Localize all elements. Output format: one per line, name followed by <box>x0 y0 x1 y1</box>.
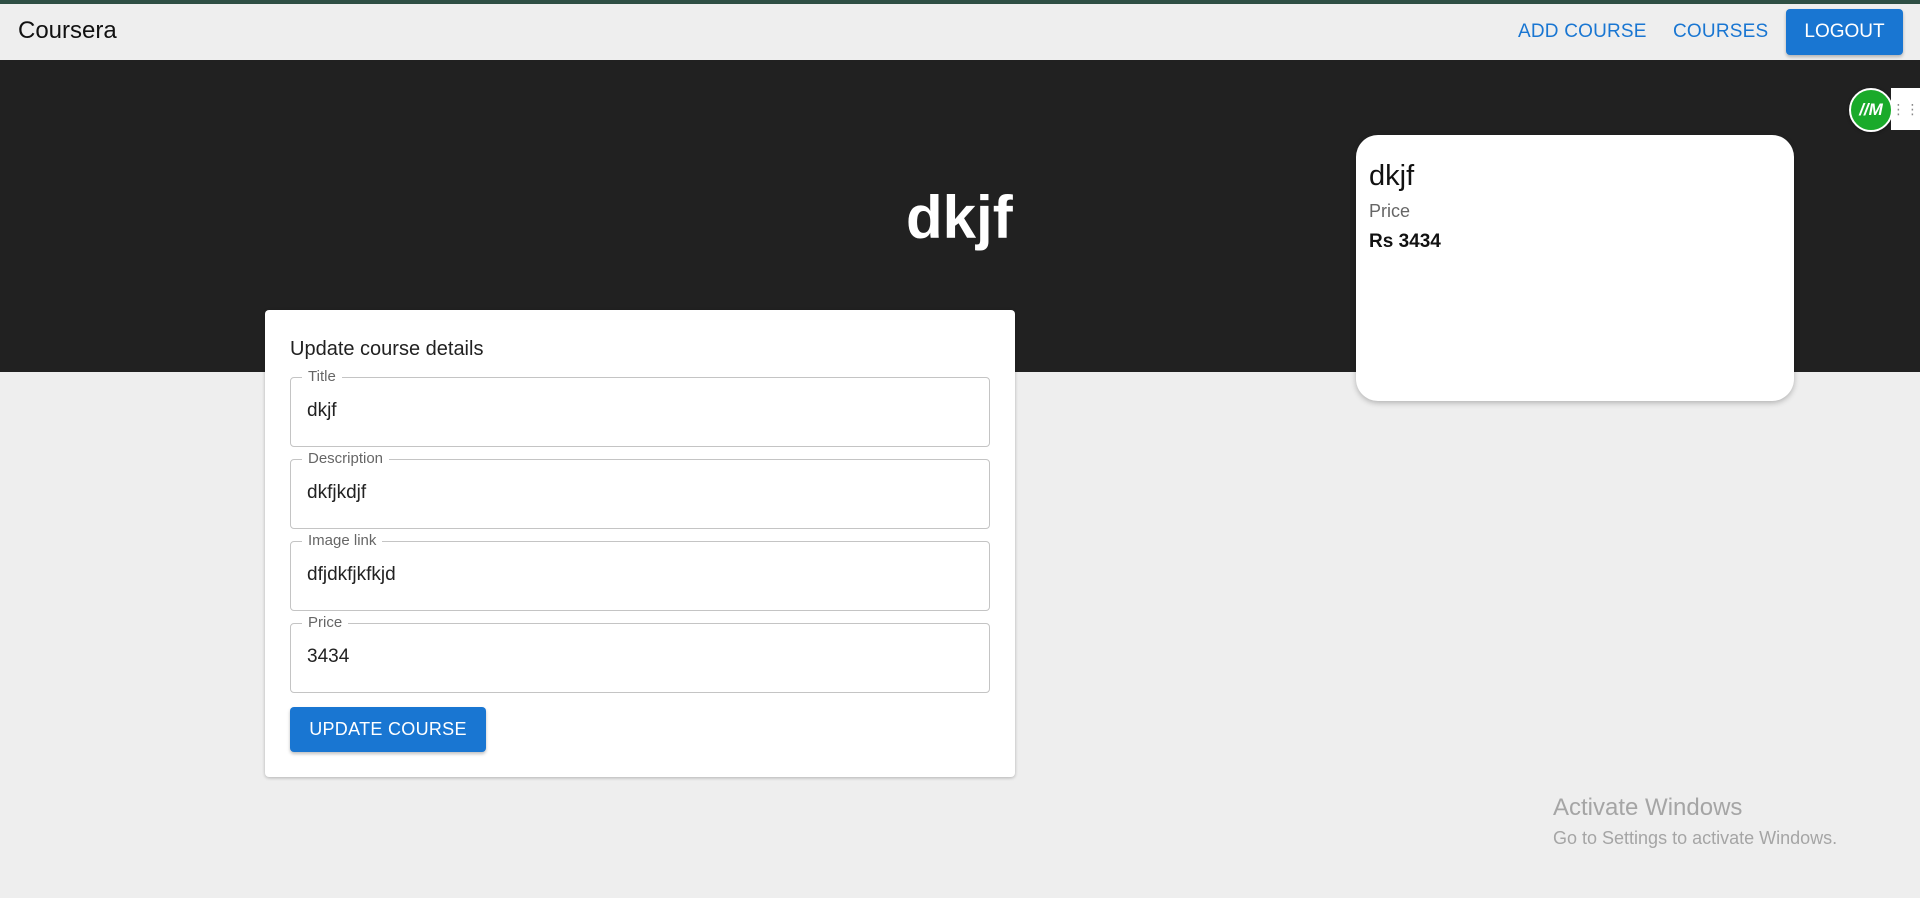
image-link-field[interactable]: Image link dfjdkfjkfkjd <box>290 532 990 611</box>
price-field-label: Price <box>302 614 349 631</box>
price-field[interactable]: Price 3434 <box>290 614 990 693</box>
form-heading: Update course details <box>290 338 484 360</box>
price-field-value[interactable]: 3434 <box>307 646 349 668</box>
course-preview-card: dkjf Price Rs 3434 <box>1356 135 1794 401</box>
description-field[interactable]: Description dkfjkdjf <box>290 450 990 529</box>
activate-windows-title: Activate Windows <box>1553 794 1743 821</box>
image-link-field-value[interactable]: dfjdkfjkfkjd <box>307 564 396 586</box>
courses-link[interactable]: COURSES <box>1673 21 1768 43</box>
description-field-value[interactable]: dkfjkdjf <box>307 482 366 504</box>
extension-badge-icon[interactable]: //M <box>1849 88 1893 132</box>
image-link-field-label: Image link <box>302 532 383 549</box>
activate-windows-subtitle: Go to Settings to activate Windows. <box>1553 828 1838 848</box>
course-title-heading: dkjf <box>906 184 1013 251</box>
app-bar: Coursera ADD COURSE COURSES LOGOUT <box>0 4 1920 60</box>
drag-handle-icon[interactable]: ⋮⋮ <box>1891 88 1920 130</box>
logout-button[interactable]: LOGOUT <box>1786 9 1903 55</box>
title-field-label: Title <box>302 368 342 385</box>
preview-course-title: dkjf <box>1369 160 1415 192</box>
preview-price-value: Rs 3434 <box>1369 231 1441 252</box>
brand-title[interactable]: Coursera <box>18 17 117 45</box>
update-course-button[interactable]: UPDATE COURSE <box>290 707 486 752</box>
preview-price-label: Price <box>1369 201 1411 221</box>
title-field-value[interactable]: dkjf <box>307 400 337 422</box>
title-field[interactable]: Title dkjf <box>290 368 990 447</box>
description-field-label: Description <box>302 450 390 467</box>
add-course-link[interactable]: ADD COURSE <box>1518 21 1647 43</box>
update-course-form: Update course details Title dkjf Descrip… <box>265 310 1015 777</box>
